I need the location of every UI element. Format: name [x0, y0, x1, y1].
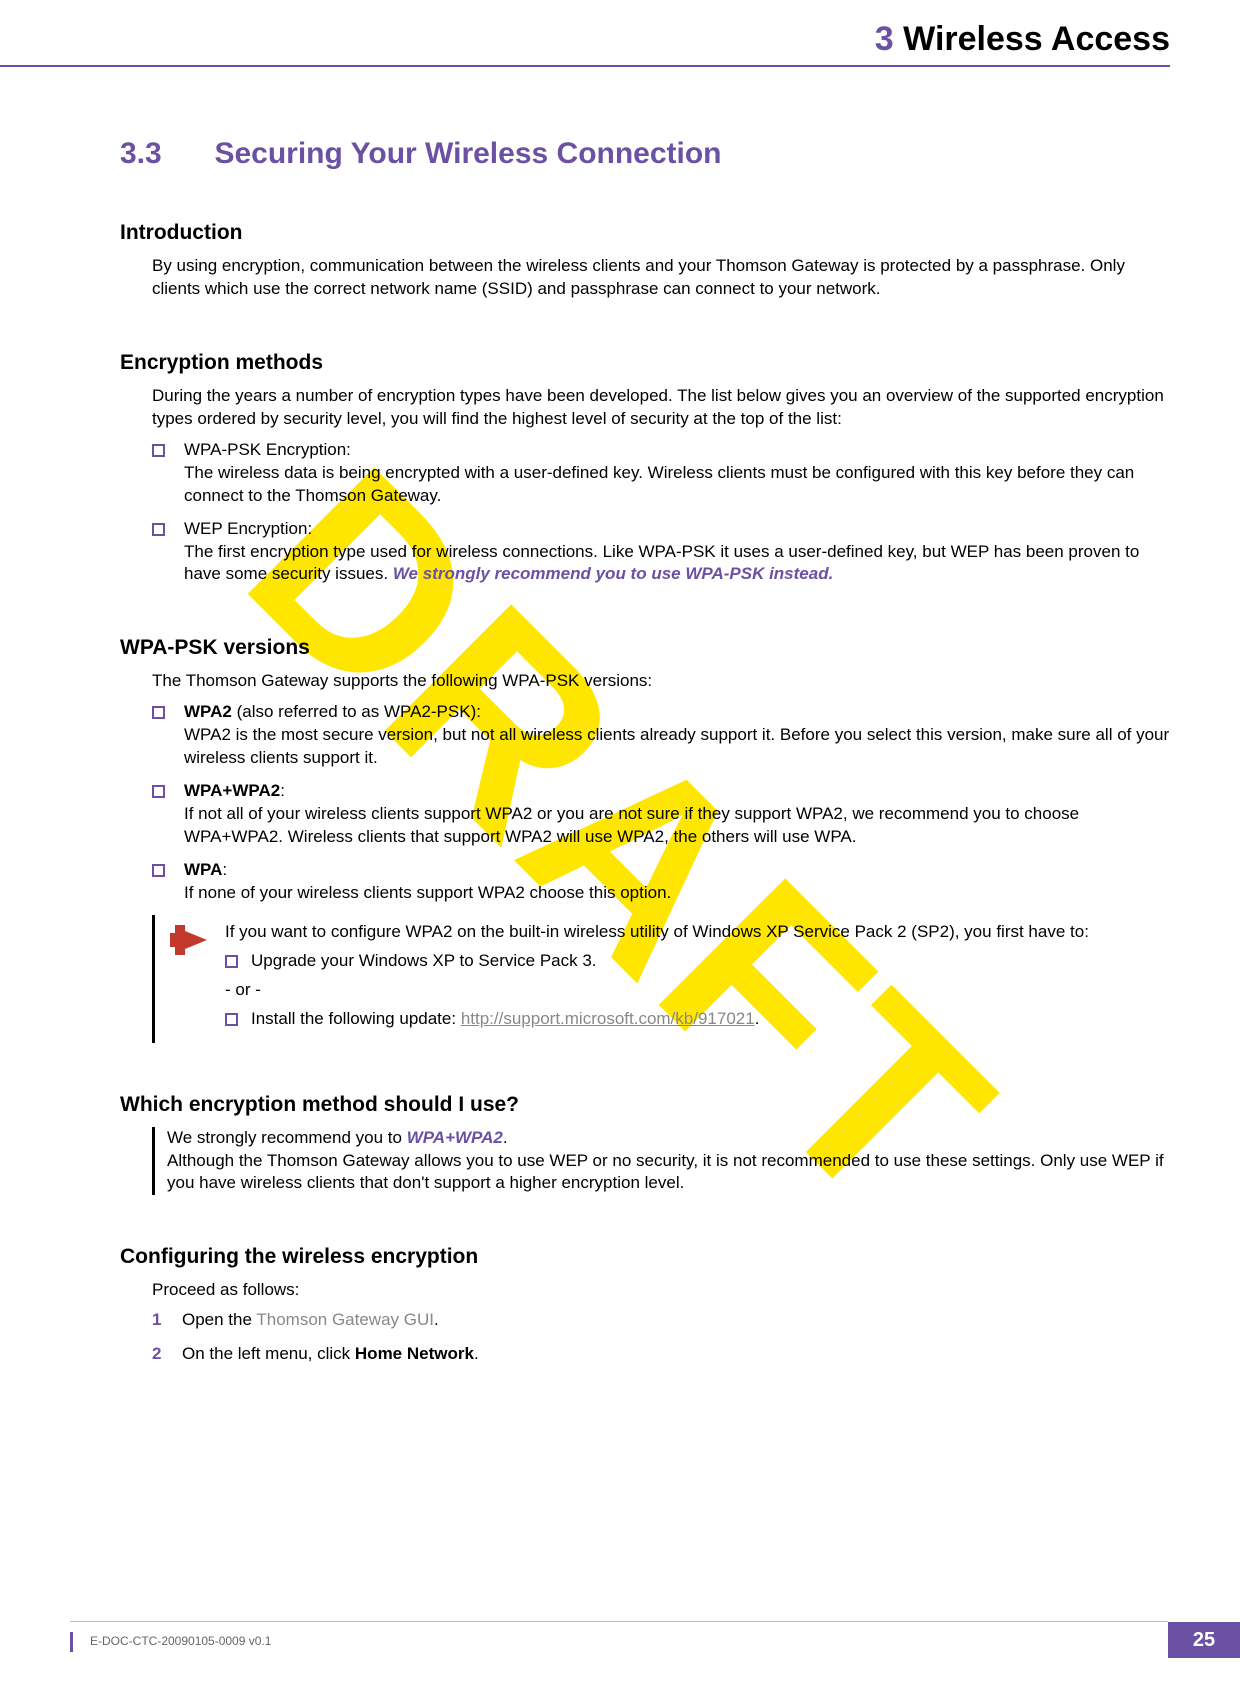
which-block: Which encryption method should I use? We… [120, 1093, 1170, 1196]
item-name: WPA [184, 860, 222, 879]
item-body: If not all of your wireless clients supp… [184, 804, 1079, 846]
item-body: The wireless data is being encrypted wit… [184, 463, 1134, 505]
wpa-wpa2-link[interactable]: WPA+WPA2 [407, 1128, 503, 1147]
note-line1: If you want to configure WPA2 on the bui… [225, 921, 1089, 944]
item-name-suffix: (also referred to as WPA2-PSK): [232, 702, 481, 721]
page: DRAFT 3 Wireless Access 3.3 Securing You… [0, 0, 1240, 1682]
item-name-suffix: : [222, 860, 227, 879]
section-heading: 3.3 Securing Your Wireless Connection [120, 137, 1170, 171]
gateway-gui-link[interactable]: Thomson Gateway GUI [256, 1310, 434, 1329]
footer-tick [70, 1632, 73, 1652]
revision-block: We strongly recommend you to WPA+WPA2. A… [152, 1127, 1170, 1196]
intro-text: By using encryption, communication betwe… [120, 255, 1170, 301]
item-body: If none of your wireless clients support… [184, 883, 671, 902]
which-heading: Which encryption method should I use? [120, 1093, 1170, 1117]
item-name-suffix: : [280, 781, 285, 800]
chapter-title-text: Wireless Access [903, 20, 1170, 58]
which-line1-post: . [503, 1128, 508, 1147]
list-item: WPA-PSK Encryption: The wireless data is… [152, 439, 1170, 508]
step-post: . [474, 1344, 479, 1363]
encryption-methods-block: Encryption methods During the years a nu… [120, 351, 1170, 587]
item-name: WPA2 [184, 702, 232, 721]
note-bullet2-pre: Install the following update: [251, 1009, 461, 1028]
list-item: WEP Encryption: The first encryption typ… [152, 518, 1170, 587]
wpa-versions-block: WPA-PSK versions The Thomson Gateway sup… [120, 636, 1170, 1042]
step-bold: Home Network [355, 1344, 474, 1363]
intro-block: Introduction By using encryption, commun… [120, 221, 1170, 301]
wpa-versions-intro: The Thomson Gateway supports the followi… [120, 670, 1170, 693]
config-block: Configuring the wireless encryption Proc… [120, 1245, 1170, 1366]
enc-methods-heading: Encryption methods [120, 351, 1170, 375]
chapter-title: 3 Wireless Access [0, 20, 1170, 59]
page-footer: E-DOC-CTC-20090105-0009 v0.1 25 [0, 1622, 1240, 1658]
warning-icon [167, 921, 211, 959]
header-rule [0, 65, 1170, 67]
intro-heading: Introduction [120, 221, 1170, 245]
content-area: 3.3 Securing Your Wireless Connection In… [0, 77, 1240, 1366]
footer-rule [70, 1621, 1168, 1622]
chapter-number: 3 [875, 20, 894, 58]
step-item: On the left menu, click Home Network. [152, 1342, 1170, 1366]
list-item: Install the following update: http://sup… [225, 1008, 1089, 1031]
list-item: WPA+WPA2: If not all of your wireless cl… [152, 780, 1170, 849]
item-title: WPA-PSK Encryption: [184, 440, 351, 459]
note-body: If you want to configure WPA2 on the bui… [225, 921, 1089, 1037]
which-line2: Although the Thomson Gateway allows you … [167, 1150, 1170, 1196]
section-number: 3.3 [120, 137, 210, 171]
which-line1-pre: We strongly recommend you to [167, 1128, 407, 1147]
enc-methods-list: WPA-PSK Encryption: The wireless data is… [120, 439, 1170, 587]
step-post: . [434, 1310, 439, 1329]
page-header: 3 Wireless Access [0, 0, 1240, 77]
section-title: Securing Your Wireless Connection [214, 137, 721, 170]
note-box: If you want to configure WPA2 on the bui… [152, 915, 1170, 1043]
note-bullet2-post: . [755, 1009, 760, 1028]
note-or: - or - [225, 979, 1089, 1002]
item-name: WPA+WPA2 [184, 781, 280, 800]
doc-id: E-DOC-CTC-20090105-0009 v0.1 [90, 1634, 271, 1648]
config-steps: Open the Thomson Gateway GUI. On the lef… [120, 1308, 1170, 1366]
list-item: WPA2 (also referred to as WPA2-PSK): WPA… [152, 701, 1170, 770]
kb-link[interactable]: http://support.microsoft.com/kb/917021 [461, 1009, 755, 1028]
note-bullets: Upgrade your Windows XP to Service Pack … [225, 950, 1089, 973]
item-title: WEP Encryption: [184, 519, 312, 538]
wpa-versions-list: WPA2 (also referred to as WPA2-PSK): WPA… [120, 701, 1170, 905]
note-bullets-2: Install the following update: http://sup… [225, 1008, 1089, 1031]
enc-methods-intro: During the years a number of encryption … [120, 385, 1170, 431]
wpa-psk-recommend-link[interactable]: We strongly recommend you to use WPA-PSK… [393, 564, 834, 583]
page-number: 25 [1168, 1622, 1240, 1658]
step-pre: Open the [182, 1310, 256, 1329]
wpa-versions-heading: WPA-PSK versions [120, 636, 1170, 660]
config-intro: Proceed as follows: [120, 1279, 1170, 1302]
item-body: WPA2 is the most secure version, but not… [184, 725, 1169, 767]
config-heading: Configuring the wireless encryption [120, 1245, 1170, 1269]
step-item: Open the Thomson Gateway GUI. [152, 1308, 1170, 1332]
list-item: Upgrade your Windows XP to Service Pack … [225, 950, 1089, 973]
step-pre: On the left menu, click [182, 1344, 355, 1363]
list-item: WPA: If none of your wireless clients su… [152, 859, 1170, 905]
